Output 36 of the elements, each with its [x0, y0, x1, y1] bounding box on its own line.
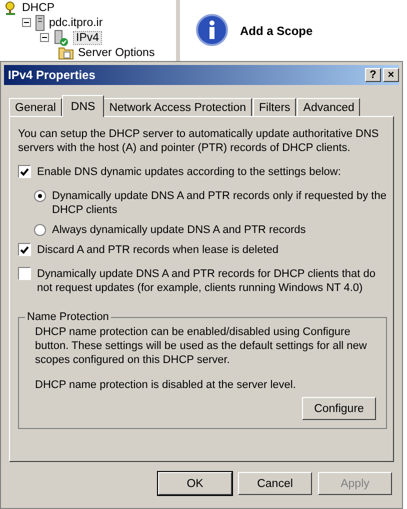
description-text: You can setup the DHCP server to automatically update authoritative DNS servers with the host (A) and pointer (PTR) records of DHCP clients.: [18, 127, 380, 155]
collapse-toggle[interactable]: [40, 33, 49, 42]
dhcp-icon: [4, 0, 18, 14]
tree-item[interactable]: Server Options: [78, 46, 155, 58]
group-title: Name Protection: [26, 311, 110, 323]
checkbox[interactable]: [18, 243, 31, 256]
checkbox-label: Discard A and PTR records when lease is deleted: [37, 243, 279, 257]
server-check-icon: [53, 30, 69, 46]
status-text: DHCP name protection is disabled at the server level.: [35, 379, 297, 391]
tab[interactable]: DNS: [62, 95, 104, 117]
radio-button[interactable]: [34, 224, 46, 236]
dialog-button[interactable]: Cancel: [238, 472, 312, 495]
name-protection-text: DHCP name protection can be enabled/disabled using Configure button. These settings will be used as the default settings for all new scopes configured on this DHCP server.: [35, 325, 368, 367]
tree-item[interactable]: DHCP: [22, 2, 55, 14]
tree-item[interactable]: pdc.itpro.ir: [49, 16, 103, 28]
radio-label: Dynamically update DNS A and PTR records only if requested by the DHCP clients: [52, 189, 387, 217]
checkbox-label: Enable DNS dynamic updates according to the settings below:: [37, 165, 341, 179]
tab[interactable]: Network Access Protection: [103, 98, 252, 117]
checkbox-label: Dynamically update DNS A and PTR records for DHCP clients that do not request updates (for example, clients running Windows NT 4.0): [37, 267, 377, 295]
info-icon: [196, 14, 228, 46]
radio-label: Always dynamically update DNS A and PTR records: [52, 223, 306, 237]
help-button[interactable]: ?: [365, 68, 381, 82]
configure-button[interactable]: Configure: [302, 397, 376, 420]
tab[interactable]: General: [9, 98, 62, 117]
checkbox[interactable]: [18, 267, 31, 280]
tab[interactable]: Advanced: [297, 98, 360, 117]
window-title: IPv4 Properties: [8, 68, 96, 82]
dialog-button[interactable]: OK: [158, 472, 232, 495]
close-button[interactable]: ×: [383, 68, 399, 82]
radio-button[interactable]: [34, 190, 46, 202]
checkbox[interactable]: [18, 165, 31, 178]
tree-item[interactable]: IPv4: [73, 30, 102, 44]
tab[interactable]: Filters: [252, 98, 296, 117]
info-title: Add a Scope: [240, 24, 313, 38]
collapse-toggle[interactable]: [22, 18, 31, 27]
server-icon: [35, 14, 45, 30]
